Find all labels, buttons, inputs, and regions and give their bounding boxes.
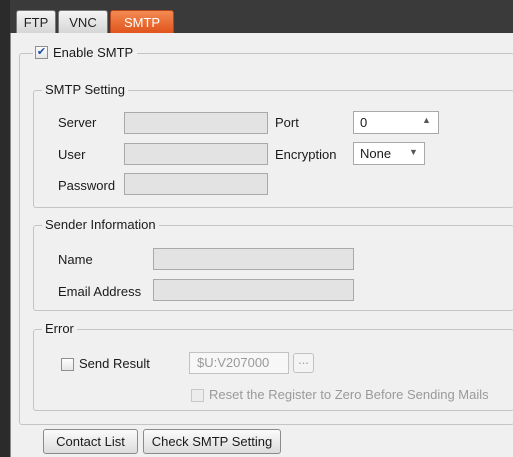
encryption-label: Encryption xyxy=(275,147,337,162)
tab-vnc[interactable]: VNC xyxy=(58,10,108,33)
checkmark-icon: ✔ xyxy=(36,46,47,58)
encryption-value: None xyxy=(360,146,392,161)
smtp-panel: ✔ Enable SMTP SMTP Setting Server Port 0… xyxy=(10,33,513,457)
smtp-setting-title: SMTP Setting xyxy=(42,82,128,98)
user-input[interactable] xyxy=(124,143,268,165)
password-label: Password xyxy=(58,178,116,193)
server-label: Server xyxy=(58,115,97,130)
send-result-checkbox[interactable] xyxy=(61,358,74,371)
left-border xyxy=(0,0,10,457)
port-value: 0 xyxy=(360,115,368,130)
email-address-input[interactable] xyxy=(153,279,354,301)
spin-up-icon[interactable]: ▲ xyxy=(422,116,431,125)
enable-smtp-checkbox[interactable]: ✔ xyxy=(35,46,48,59)
check-smtp-setting-button[interactable]: Check SMTP Setting xyxy=(143,429,281,454)
register-value: $U:V207000 xyxy=(197,355,270,370)
reset-register-checkbox[interactable] xyxy=(191,389,204,402)
browse-button[interactable]: ... xyxy=(293,353,314,373)
email-address-label: Email Address xyxy=(58,284,142,299)
tab-smtp[interactable]: SMTP xyxy=(110,10,174,33)
register-input[interactable]: $U:V207000 xyxy=(189,352,289,374)
user-label: User xyxy=(58,147,86,162)
enable-smtp-label: Enable SMTP xyxy=(53,45,134,60)
server-input[interactable] xyxy=(124,112,268,134)
port-label: Port xyxy=(275,115,299,130)
send-result-label: Send Result xyxy=(79,356,150,371)
tab-strip: FTP VNC SMTP xyxy=(10,0,513,33)
chevron-down-icon[interactable]: ▼ xyxy=(409,148,418,157)
sender-information-title: Sender Information xyxy=(42,217,159,233)
tab-ftp[interactable]: FTP xyxy=(16,10,56,33)
name-input[interactable] xyxy=(153,248,354,270)
password-input[interactable] xyxy=(124,173,268,195)
error-title: Error xyxy=(42,321,77,337)
contact-list-button[interactable]: Contact List xyxy=(43,429,138,454)
enable-smtp-header: ✔ Enable SMTP xyxy=(33,44,138,61)
name-label: Name xyxy=(58,252,93,267)
reset-register-label: Reset the Register to Zero Before Sendin… xyxy=(209,387,489,402)
